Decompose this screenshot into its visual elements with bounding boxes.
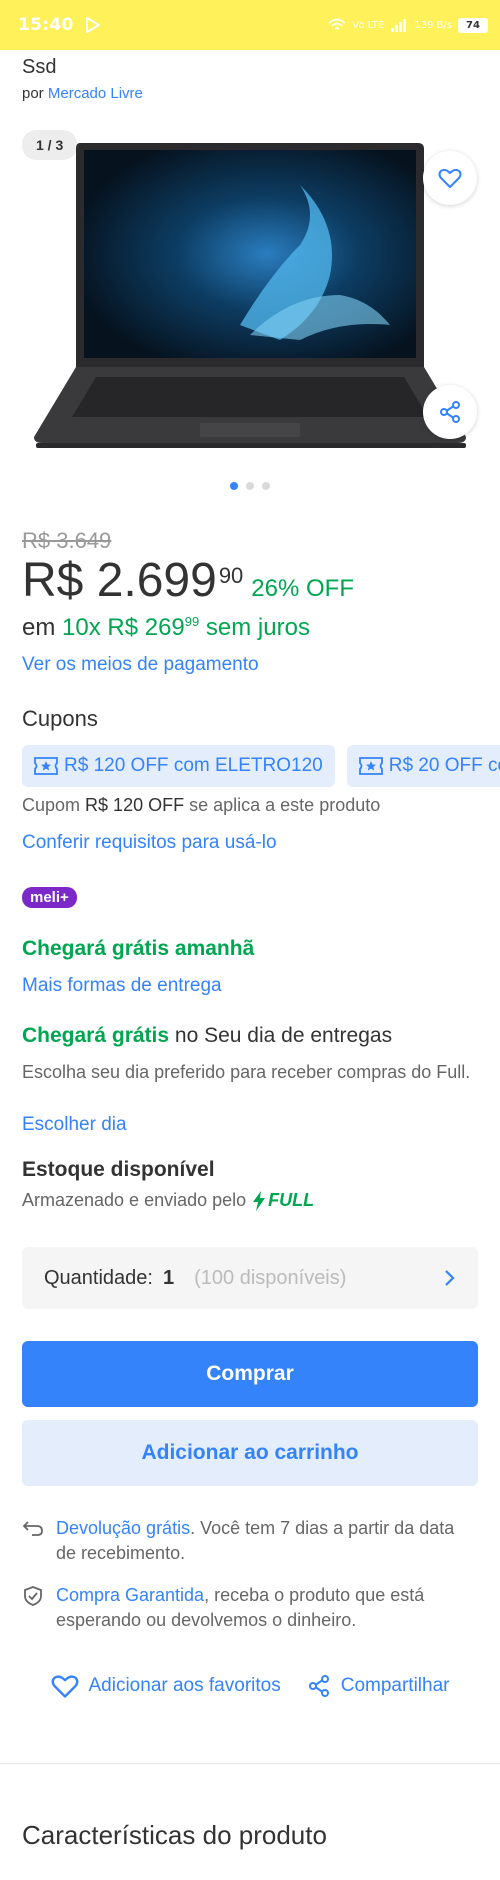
speed-label: 139 B/s: [414, 19, 452, 31]
coupon-list: R$ 120 OFF com ELETRO120 R$ 20 OFF co: [22, 745, 500, 787]
shield-check-icon: [24, 1586, 42, 1606]
coupons-title: Cupons: [22, 706, 98, 731]
share-link[interactable]: Compartilhar: [307, 1673, 449, 1699]
meli-plus-badge: meli+: [22, 887, 77, 908]
seller-prefix: por: [22, 85, 44, 102]
status-icons: Vo LTE 139 B/s 74: [328, 17, 488, 33]
status-time: 15:40: [18, 15, 74, 35]
installment-suffix: sem juros: [205, 614, 310, 641]
price-cents: 90: [218, 563, 244, 588]
more-shipping-link[interactable]: Mais formas de entrega: [22, 975, 222, 997]
stock-desc: Armazenado e enviado pelo FULL: [22, 1190, 315, 1211]
play-store-icon: [85, 17, 100, 33]
shipping-free-tomorrow: Chegará grátis amanhã: [22, 937, 255, 960]
old-price: R$ 3.649: [22, 528, 112, 553]
network-label: Vo LTE: [352, 19, 385, 31]
add-to-cart-button[interactable]: Adicionar ao carrinho: [22, 1420, 478, 1486]
return-arrow-icon: [22, 1521, 43, 1536]
discount-label: 26% OFF: [251, 575, 354, 602]
return-info: Devolução grátis. Você tem 7 dias a part…: [22, 1516, 478, 1566]
favorite-button[interactable]: [423, 151, 477, 205]
quantity-available: (100 disponíveis): [194, 1266, 347, 1289]
bolt-icon: [253, 1190, 266, 1211]
coupon-label: R$ 120 OFF com ELETRO120: [64, 755, 323, 776]
seller-line: por Mercado Livre: [22, 85, 143, 102]
heart-icon: [51, 1675, 78, 1698]
choose-day-link[interactable]: Escolher dia: [22, 1114, 127, 1136]
installment-prefix: em: [22, 614, 56, 641]
signal-icon: [391, 19, 407, 32]
coupon-chip[interactable]: R$ 120 OFF com ELETRO120: [22, 745, 335, 787]
installment-cents: 99: [184, 614, 200, 629]
coupon-label: R$ 20 OFF co: [388, 755, 500, 776]
gallery-dots: [0, 482, 500, 490]
seller-link[interactable]: Mercado Livre: [48, 85, 143, 102]
coupon-star-icon: [358, 757, 383, 775]
coupon-info: Cupom R$ 120 OFF se aplica a este produt…: [22, 795, 381, 815]
gallery-dot[interactable]: [230, 482, 238, 490]
shipping-day: Chegará grátis no Seu dia de entregas: [22, 1024, 392, 1048]
chevron-right-icon: [445, 1270, 455, 1286]
installments: em 10x R$ 26999 sem juros: [22, 614, 310, 642]
price-main: R$ 2.699: [22, 554, 217, 607]
action-links: Adicionar aos favoritos Compartilhar: [0, 1673, 500, 1699]
payment-methods-link[interactable]: Ver os meios de pagamento: [22, 654, 259, 676]
share-icon: [308, 1675, 329, 1697]
shipping-day-green: Chegará grátis: [22, 1024, 170, 1047]
coupon-chip[interactable]: R$ 20 OFF co: [346, 745, 500, 787]
add-favorites-link[interactable]: Adicionar aos favoritos: [51, 1673, 281, 1699]
gallery-dot[interactable]: [262, 482, 270, 490]
product-title: Ssd: [22, 56, 57, 78]
installment-plan: 10x R$ 26999 sem juros: [62, 614, 310, 641]
shipping-day-rest: no Seu dia de entregas: [174, 1024, 393, 1047]
share-icon: [440, 401, 460, 423]
coupon-requirements-link[interactable]: Conferir requisitos para usá-lo: [22, 832, 277, 854]
status-bar: 15:40 Vo LTE 139 B/s 74: [0, 0, 500, 50]
share-button[interactable]: [423, 385, 477, 439]
price-row: R$ 2.699 90 26% OFF: [22, 553, 354, 608]
wifi-icon: [328, 18, 346, 30]
heart-icon: [438, 168, 462, 188]
return-link[interactable]: Devolução grátis: [56, 1518, 190, 1538]
quantity-value: 1: [162, 1266, 175, 1289]
buy-button[interactable]: Comprar: [22, 1341, 478, 1407]
characteristics-title: Características do produto: [22, 1820, 327, 1850]
full-badge: FULL: [252, 1190, 314, 1211]
stock-title: Estoque disponível: [22, 1158, 215, 1181]
guarantee-link[interactable]: Compra Garantida: [56, 1585, 204, 1605]
coupon-star-icon: [34, 757, 58, 775]
quantity-label: Quantidade:: [44, 1266, 153, 1289]
guarantee-info: Compra Garantida, receba o produto que e…: [22, 1583, 478, 1633]
battery-icon: 74: [458, 17, 488, 33]
quantity-selector[interactable]: Quantidade: 1 (100 disponíveis): [22, 1247, 478, 1309]
gallery-dot[interactable]: [246, 482, 254, 490]
shipping-day-desc: Escolha seu dia preferido para receber c…: [22, 1062, 471, 1082]
section-divider: [0, 1763, 500, 1764]
